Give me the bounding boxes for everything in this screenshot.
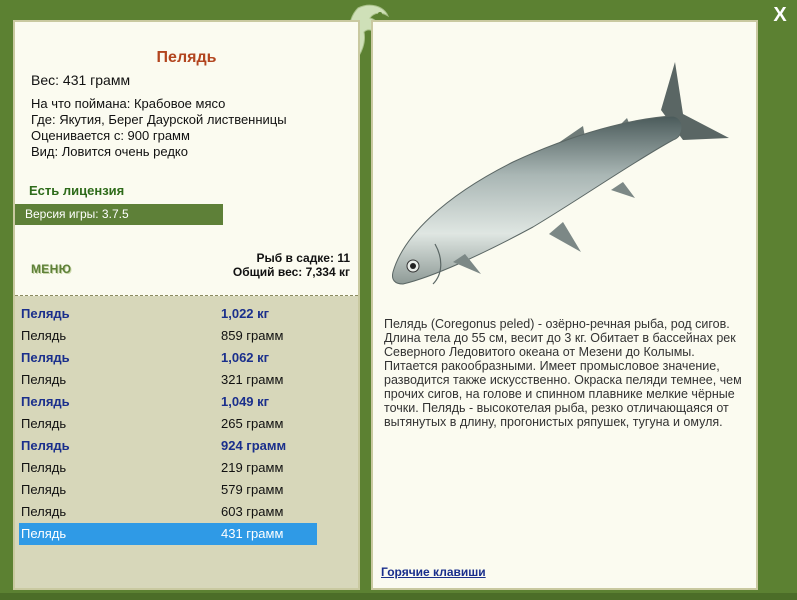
catch-name: Пелядь [21,438,70,453]
game-window: X Пелядь Вес: 431 грамм На что поймана: … [0,0,797,600]
catch-weight: 321 грамм [221,372,284,387]
catch-panel: Пелядь Вес: 431 грамм На что поймана: Кр… [13,20,360,590]
catch-name: Пелядь [21,416,67,431]
close-button[interactable]: X [770,4,790,26]
catch-name: Пелядь [21,306,70,321]
total-weight: Общий вес: 7,334 кг [232,265,350,279]
menu-button[interactable]: МЕНЮ [31,262,71,276]
catch-weight: 1,062 кг [221,350,270,365]
catch-name: Пелядь [21,372,67,387]
info-rarity: Вид: Ловится очень редко [31,144,188,159]
fish-title: Пелядь [156,49,217,66]
fish-count: Рыб в садке: 11 [256,251,350,265]
catch-name: Пелядь [21,482,67,497]
catch-weight: 431 грамм [221,526,284,541]
catch-name: Пелядь [21,394,70,409]
keepnet-stats: Рыб в садке: 11 Общий вес: 7,334 кг [233,251,350,279]
catch-row[interactable]: Пелядь 265 грамм [19,413,317,435]
catch-row[interactable]: Пелядь 924 грамм [19,435,317,457]
catch-row[interactable]: Пелядь 219 грамм [19,457,317,479]
license-status: Есть лицензия [29,183,125,198]
catch-name: Пелядь [21,328,67,343]
catch-row[interactable]: Пелядь 603 грамм [19,501,317,523]
catch-row[interactable]: Пелядь 321 грамм [19,369,317,391]
catch-name: Пелядь [21,350,70,365]
catch-weight: 924 грамм [221,438,287,453]
catch-weight: 859 грамм [221,328,284,343]
catch-name: Пелядь [21,504,67,519]
catch-weight: 579 грамм [221,482,284,497]
catch-row[interactable]: Пелядь 1,022 кг [19,303,317,325]
catch-row[interactable]: Пелядь 1,062 кг [19,347,317,369]
info-rated-from: Оценивается с: 900 грамм [31,128,190,143]
game-version: Версия игры: 3.7.5 [15,204,223,225]
catch-name: Пелядь [21,526,67,541]
catch-weight: 1,049 кг [221,394,270,409]
fish-description: Пелядь (Coregonus peled) - озёрно-речная… [384,317,742,429]
info-location: Где: Якутия, Берег Даурской лиственницы [31,112,287,127]
fish-detail-panel: Пелядь (Coregonus peled) - озёрно-речная… [371,20,758,590]
catch-row[interactable]: Пелядь 1,049 кг [19,391,317,413]
bottom-strip [0,593,797,600]
catch-list: Пелядь 1,022 кг Пелядь 859 грамм Пелядь … [15,296,358,588]
fish-illustration [392,62,729,285]
catch-weight: 265 грамм [221,416,284,431]
catch-row[interactable]: Пелядь 579 грамм [19,479,317,501]
catch-weight: 603 грамм [221,504,284,519]
catch-weight: 219 грамм [221,460,284,475]
catch-row-selected[interactable]: Пелядь 431 грамм [19,523,317,545]
fish-weight: Вес: 431 грамм [31,72,131,88]
catch-row[interactable]: Пелядь 859 грамм [19,325,317,347]
catch-name: Пелядь [21,460,67,475]
info-caught-with: На что поймана: Крабовое мясо [31,96,226,111]
catch-weight: 1,022 кг [221,306,270,321]
hotkeys-link[interactable]: Горячие клавиши [381,565,486,579]
